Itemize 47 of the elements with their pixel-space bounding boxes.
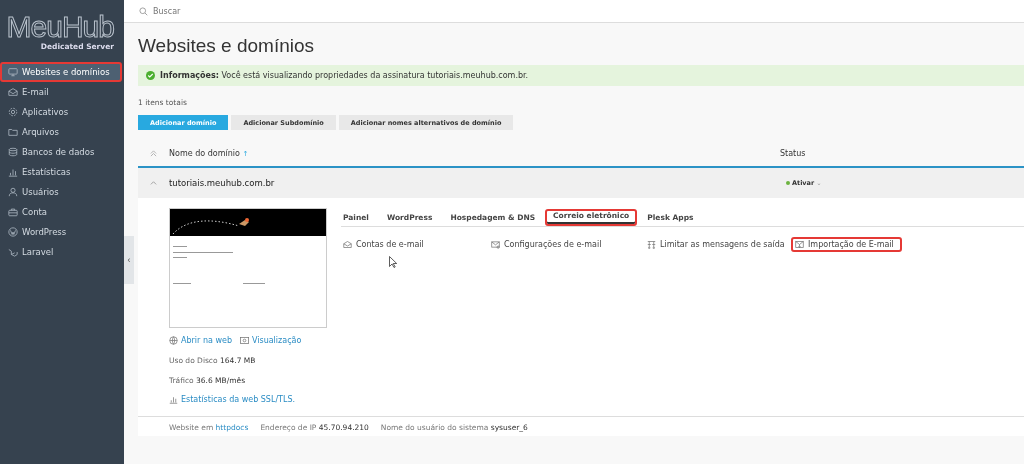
globe-icon [169,336,178,345]
gear-icon [8,107,18,117]
sidebar-item[interactable]: Laravel [0,242,122,262]
sidebar-item[interactable]: Estatísticas [0,162,122,182]
sidebar-item[interactable]: Websites e domínios [0,62,122,82]
column-header[interactable]: Status [780,148,806,158]
domain-name[interactable]: tutoriais.meuhub.com.br [169,178,275,188]
email-action-link[interactable]: Contas de e-mail [339,237,489,252]
search-icon [139,6,148,16]
folder-icon [8,127,18,137]
sidebar-item[interactable]: Aplicativos [0,102,122,122]
sidebar-item[interactable]: Usuários [0,182,122,202]
collapse-all-icon [150,149,157,157]
email-action-link[interactable]: Limitar as mensagens de saída [643,237,793,252]
page-title: Websites e domínios [138,35,315,57]
preview-link[interactable]: Visualização [239,336,302,345]
wordpress-icon [8,227,18,237]
envelope-icon [343,240,352,249]
sidebar-item[interactable]: Bancos de dados [0,142,122,162]
database-icon [8,147,18,157]
check-icon [146,71,155,80]
logo: MeuHub [6,11,114,42]
mouse-cursor-icon [389,256,397,268]
limit-icon [647,240,656,249]
bar-chart-icon [8,167,18,177]
bar-chart-icon [169,395,178,404]
sidebar-item[interactable]: WordPress [0,222,122,242]
email-action-link[interactable]: Importação de E-mail [791,237,902,252]
info-message: Informações: Você está visualizando propriedades da assinatura tutoriais.meuhub.com.br. [160,71,529,80]
caret-icon[interactable] [150,179,157,187]
collapse-sidebar-button[interactable]: ‹ [124,236,134,284]
status-dot [786,181,790,185]
briefcase-icon [8,207,18,217]
sidebar-item[interactable]: E-mail [0,82,122,102]
user-icon [8,187,18,197]
statistics-link[interactable]: Estatísticas da web SSL/TLS. [169,395,341,404]
sidebar-item[interactable]: Conta [0,202,122,222]
preview-icon [239,336,249,345]
envelope-icon [8,87,18,97]
sidebar-item[interactable]: Arquivos [0,122,122,142]
search-field[interactable]: Buscar [151,5,305,17]
envelope-gear-icon [491,240,500,249]
email-action-link[interactable]: Configurações de e-mail [487,237,645,252]
envelope-import-icon [795,240,804,249]
preview-link[interactable]: Abrir na web [169,336,232,345]
laravel-icon [8,247,18,257]
monitor-icon [8,67,18,77]
